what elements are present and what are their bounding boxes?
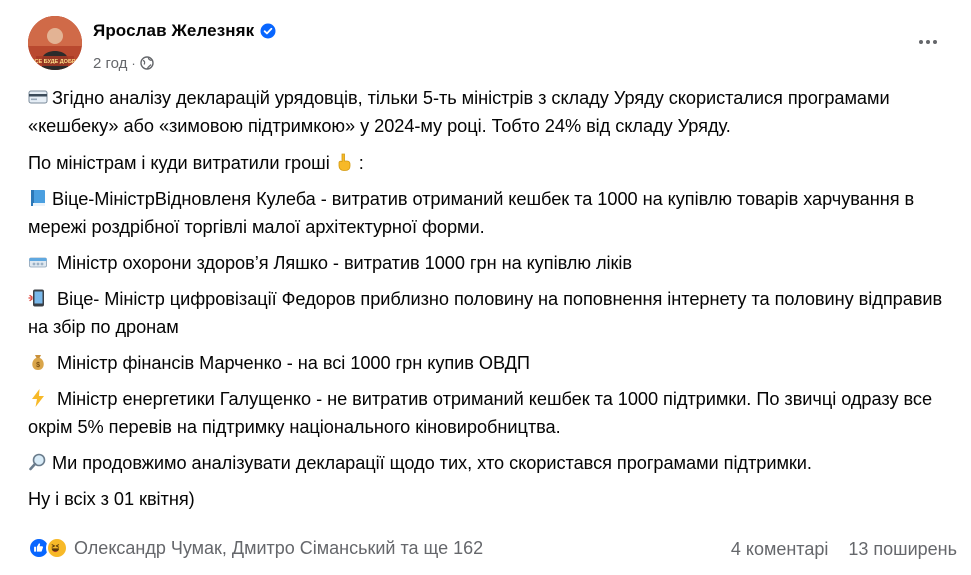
post-paragraph: Ну і всіх з 01 квітня) [28,489,195,509]
post-meta: 2 год · [93,55,276,72]
svg-text:ВСЕ БУДЕ ДОБРЕ: ВСЕ БУДЕ ДОБРЕ [31,59,80,65]
post-footer: Олександр Чумак, Дмитро Сіманський та ще… [28,533,957,563]
globe-icon[interactable] [140,56,154,70]
post-paragraph: Міністр охорони здоров’я Ляшко - витрати… [28,249,958,277]
money-bag-icon: $ [28,352,48,372]
more-options-icon[interactable] [913,30,943,54]
post-paragraph: Згідно аналізу декларацій урядовців, тіл… [28,87,890,136]
post-paragraph: Віце-МіністрВідновленя Кулеба - витратив… [28,188,915,237]
author-avatar[interactable]: ВСЕ БУДЕ ДОБРЕ [28,16,82,70]
engagement-stats: 4 коментарі 13 поширень [731,539,957,560]
facebook-post: ВСЕ БУДЕ ДОБРЕ Ярослав Железняк 2 год · [0,0,971,575]
post-body: Згідно аналізу декларацій урядовців, тіл… [28,84,958,521]
shares-count-link[interactable]: 13 поширень [848,539,957,560]
lightning-icon [28,388,48,408]
author-block: Ярослав Железняк 2 год · [93,20,276,72]
post-paragraph: $ Міністр фінансів Марченко - на всі 100… [28,349,958,377]
pointing-down-hand-icon [334,152,354,172]
post-paragraph: Віце- Міністр цифровізації Федоров прибл… [28,288,943,337]
avatar-photo: ВСЕ БУДЕ ДОБРЕ [28,16,82,70]
reactors-text[interactable]: Олександр Чумак, Дмитро Сіманський та ще… [74,538,483,559]
mobile-phone-icon [28,288,48,308]
meta-separator: · [131,55,136,71]
post-paragraph: Ми продовжимо аналізувати декларації щод… [28,449,958,477]
blue-book-icon [28,188,48,208]
verified-badge-icon [260,23,276,39]
pill-box-icon [28,252,48,272]
post-timestamp[interactable]: 2 год [93,55,127,72]
credit-card-icon [28,87,48,107]
post-header: ВСЕ БУДЕ ДОБРЕ Ярослав Железняк 2 год · [28,16,957,74]
post-paragraph: Міністр енергетики Галущенко - не витрат… [28,388,933,437]
comments-count-link[interactable]: 4 коментарі [731,539,829,560]
svg-text:$: $ [36,362,40,369]
haha-icon [46,537,68,559]
author-name[interactable]: Ярослав Железняк [93,21,254,41]
post-paragraph: По міністрам і куди витратили гроші : [28,152,364,173]
reactions-summary[interactable]: Олександр Чумак, Дмитро Сіманський та ще… [28,537,483,559]
magnifier-icon [28,452,48,472]
